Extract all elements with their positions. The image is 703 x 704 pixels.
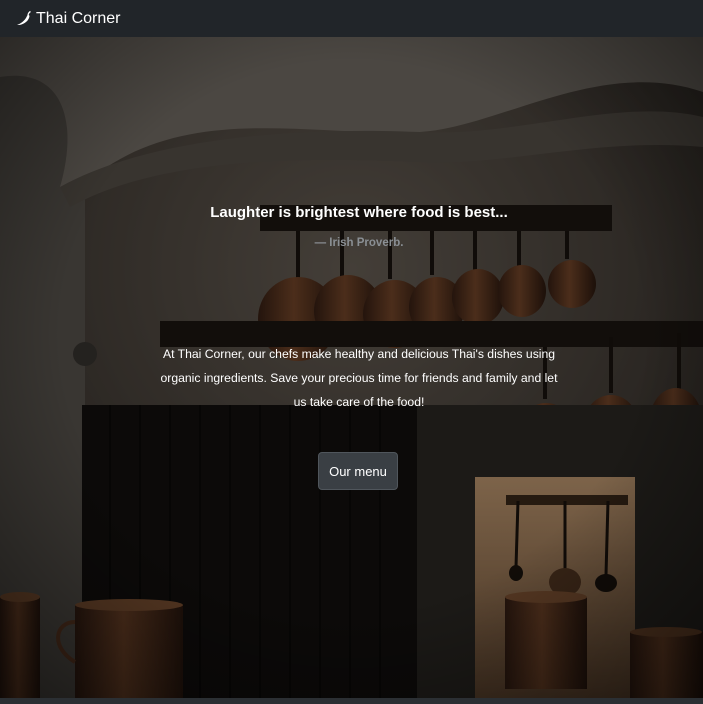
quote-attribution: — Irish Proverb. <box>314 237 404 249</box>
page-bottom-edge <box>0 698 703 704</box>
chili-pepper-icon <box>14 10 32 28</box>
hero-section: Laughter is brightest where food is best… <box>0 37 703 698</box>
our-menu-button[interactable]: Our menu <box>318 452 398 490</box>
hero-content: Laughter is brightest where food is best… <box>0 37 703 698</box>
brand-link[interactable]: Thai Corner <box>14 10 120 28</box>
hero-intro-text: At Thai Corner, our chefs make healthy a… <box>160 347 558 409</box>
brand-name: Thai Corner <box>36 9 121 27</box>
navbar: Thai Corner <box>0 0 703 37</box>
hero-quote: Laughter is brightest where food is best… <box>210 204 508 221</box>
